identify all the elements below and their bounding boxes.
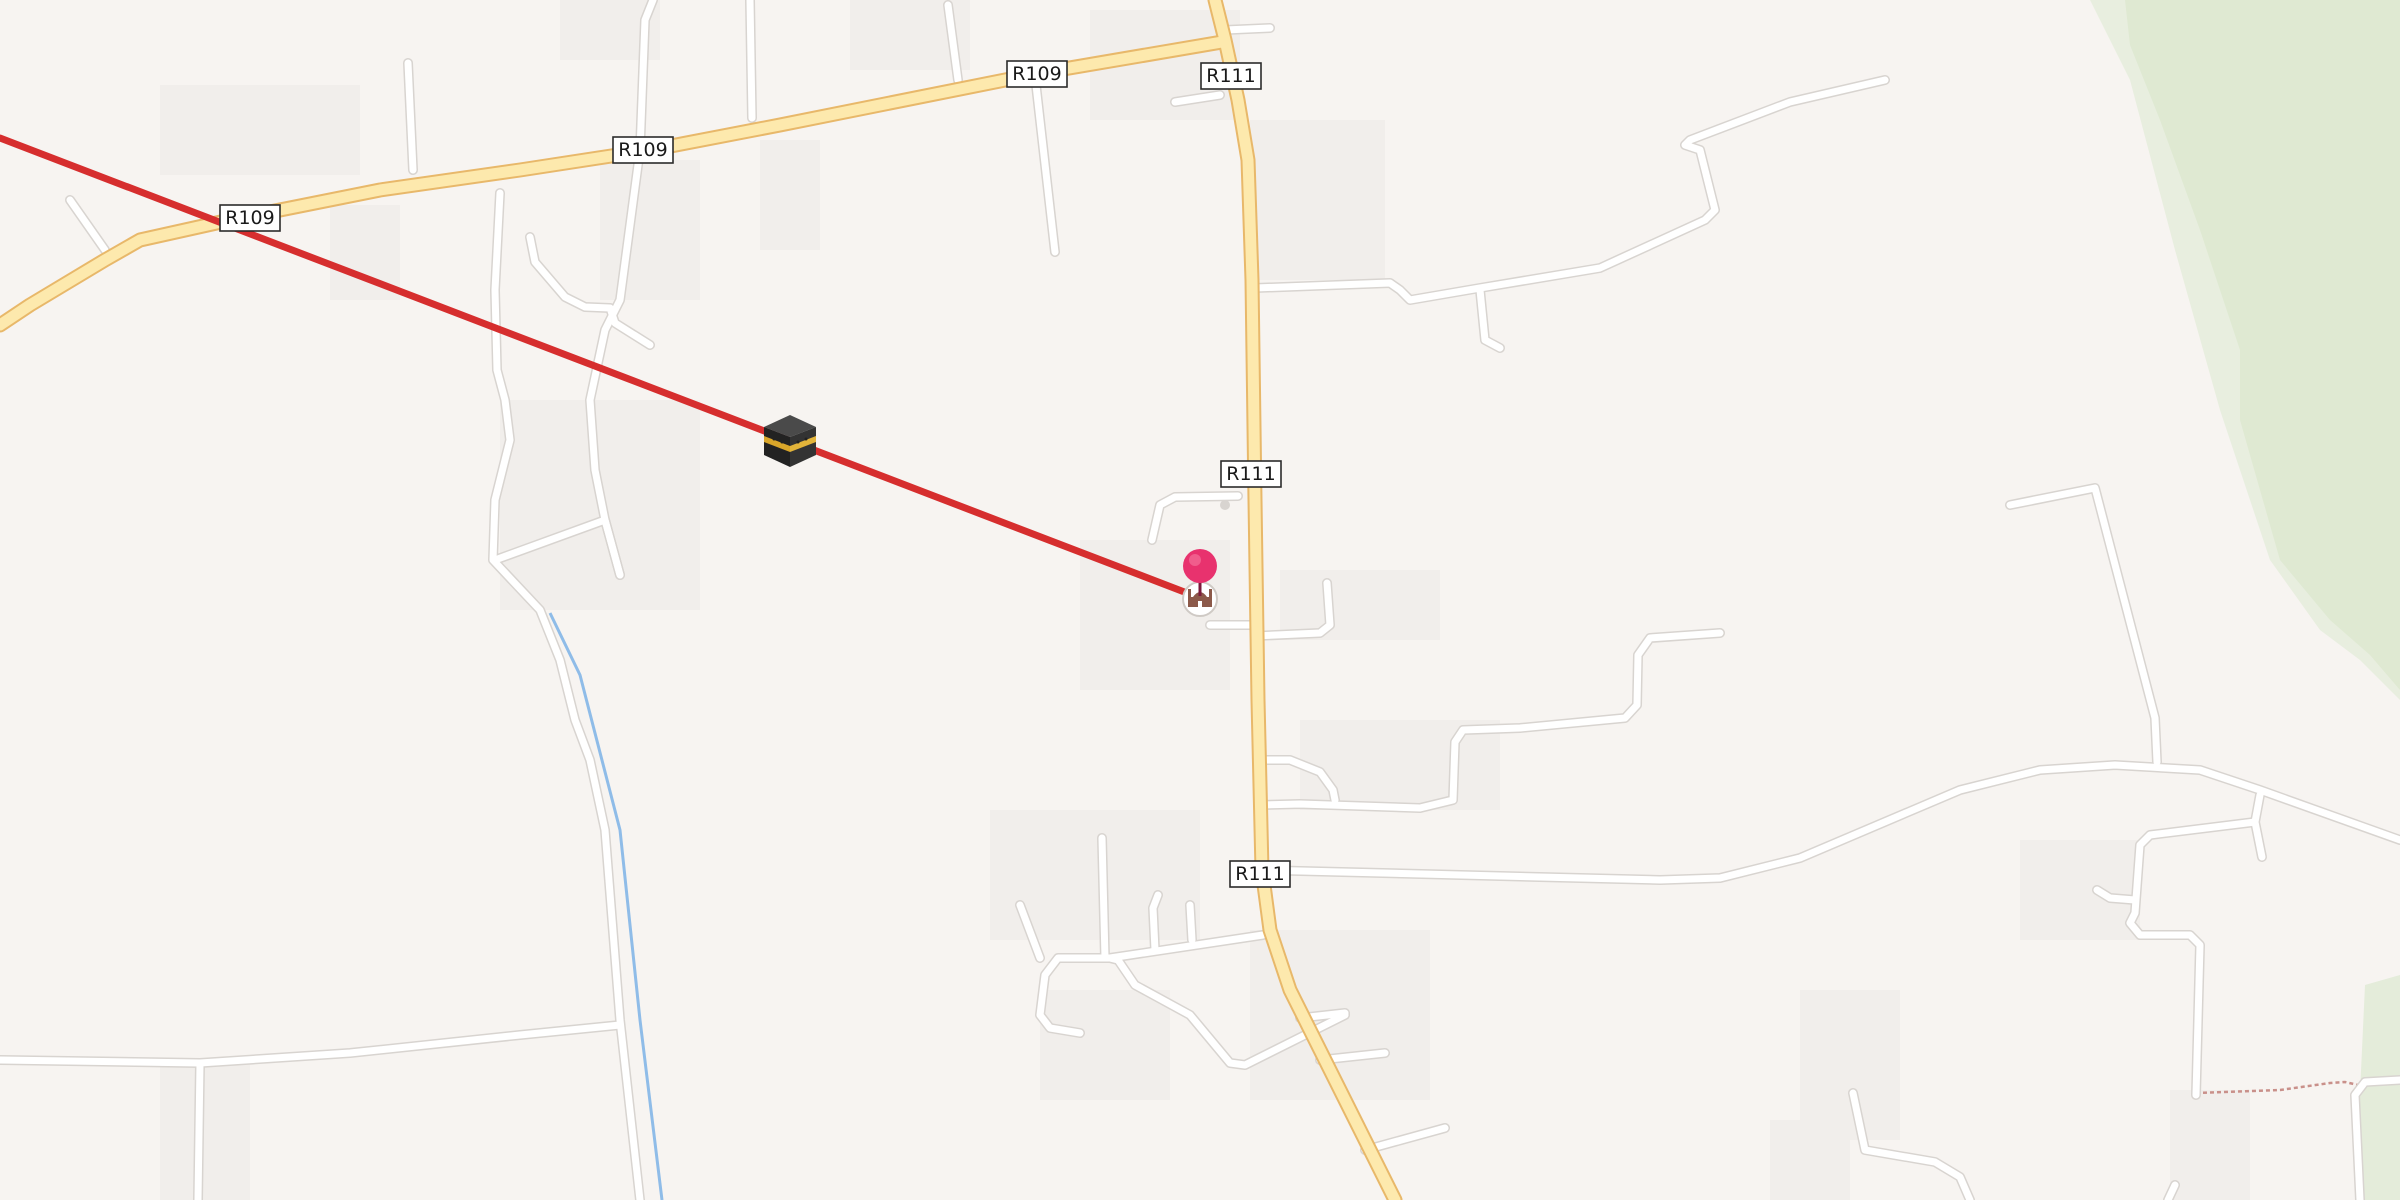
road-label-text: R111 xyxy=(1226,463,1275,485)
road-label-r111-center: R111 xyxy=(1220,460,1282,488)
road-label-text: R111 xyxy=(1206,65,1255,87)
road-label-text: R109 xyxy=(225,207,274,229)
road-label-text: R111 xyxy=(1235,863,1284,885)
road-label-r111-south: R111 xyxy=(1229,860,1291,888)
road-label-r109-east: R109 xyxy=(1006,60,1068,88)
road-label-r109-middle: R109 xyxy=(612,136,674,164)
road-label-r111-north: R111 xyxy=(1200,62,1262,90)
map-canvas[interactable]: R109 R109 R109 R111 R111 R111 xyxy=(0,0,2400,1200)
road-label-text: R109 xyxy=(618,139,667,161)
road-label-r109-west: R109 xyxy=(219,204,281,232)
road-label-text: R109 xyxy=(1012,63,1061,85)
